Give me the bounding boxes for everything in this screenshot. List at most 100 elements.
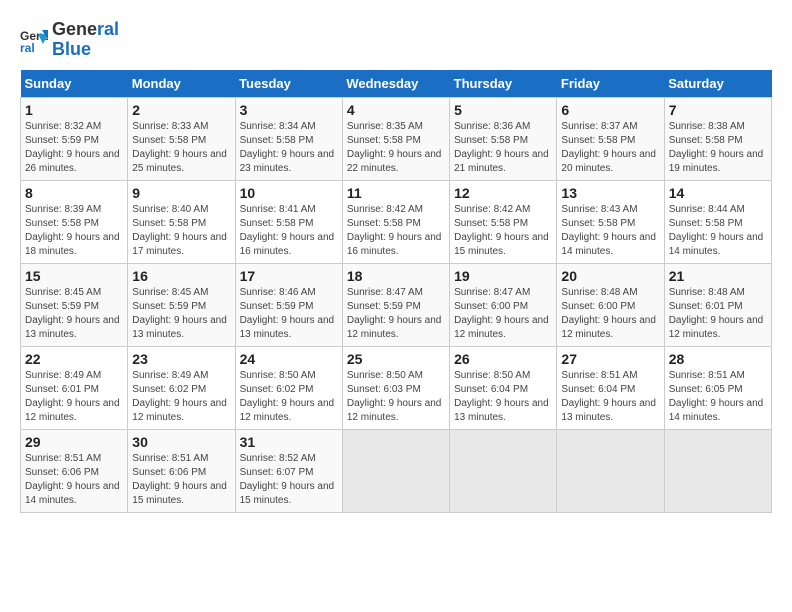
day-info: Sunrise: 8:45 AMSunset: 5:59 PMDaylight:… xyxy=(132,286,230,342)
day-info: Sunrise: 8:42 AMSunset: 5:58 PMDaylight:… xyxy=(454,203,552,259)
day-number: 22 xyxy=(25,351,123,367)
day-cell: 7Sunrise: 8:38 AMSunset: 5:58 PMDaylight… xyxy=(664,97,771,180)
day-cell: 16 Sunrise: 8:45 AMSunset: 5:59 PMDayligh… xyxy=(128,263,235,346)
day-cell: 24 Sunrise: 8:50 AMSunset: 6:02 PMDayligh… xyxy=(235,346,342,429)
day-cell: 21 Sunrise: 8:48 AMSunset: 6:01 PMDayligh… xyxy=(664,263,771,346)
day-number: 31 xyxy=(240,434,338,450)
day-number: 12 xyxy=(454,185,552,201)
day-cell: 1Sunrise: 8:32 AMSunset: 5:59 PMDaylight… xyxy=(21,97,128,180)
day-cell: 8Sunrise: 8:39 AMSunset: 5:58 PMDaylight… xyxy=(21,180,128,263)
week-row-2: 8Sunrise: 8:39 AMSunset: 5:58 PMDaylight… xyxy=(21,180,772,263)
day-info: Sunrise: 8:48 AMSunset: 6:01 PMDaylight:… xyxy=(669,286,767,342)
day-info: Sunrise: 8:51 AMSunset: 6:06 PMDaylight:… xyxy=(25,452,123,508)
day-cell: 11 Sunrise: 8:42 AMSunset: 5:58 PMDayligh… xyxy=(342,180,449,263)
day-cell: 18 Sunrise: 8:47 AMSunset: 5:59 PMDayligh… xyxy=(342,263,449,346)
day-cell: 22 Sunrise: 8:49 AMSunset: 6:01 PMDayligh… xyxy=(21,346,128,429)
day-cell xyxy=(664,429,771,512)
svg-text:ral: ral xyxy=(20,41,35,54)
day-number: 2 xyxy=(132,102,230,118)
day-info: Sunrise: 8:49 AMSunset: 6:02 PMDaylight:… xyxy=(132,369,230,425)
day-info: Sunrise: 8:33 AMSunset: 5:58 PMDaylight:… xyxy=(132,120,230,176)
day-info: Sunrise: 8:50 AMSunset: 6:03 PMDaylight:… xyxy=(347,369,445,425)
day-number: 25 xyxy=(347,351,445,367)
day-info: Sunrise: 8:39 AMSunset: 5:58 PMDaylight:… xyxy=(25,203,123,259)
day-number: 15 xyxy=(25,268,123,284)
day-number: 21 xyxy=(669,268,767,284)
day-cell xyxy=(450,429,557,512)
day-cell: 4 Sunrise: 8:35 AMSunset: 5:58 PMDaylight… xyxy=(342,97,449,180)
day-cell: 2 Sunrise: 8:33 AMSunset: 5:58 PMDaylight… xyxy=(128,97,235,180)
day-number: 30 xyxy=(132,434,230,450)
day-cell: 10 Sunrise: 8:41 AMSunset: 5:58 PMDayligh… xyxy=(235,180,342,263)
day-number: 5 xyxy=(454,102,552,118)
day-cell xyxy=(342,429,449,512)
day-info: Sunrise: 8:47 AMSunset: 6:00 PMDaylight:… xyxy=(454,286,552,342)
day-number: 28 xyxy=(669,351,767,367)
day-cell: 9 Sunrise: 8:40 AMSunset: 5:58 PMDaylight… xyxy=(128,180,235,263)
day-number: 11 xyxy=(347,185,445,201)
day-cell: 25 Sunrise: 8:50 AMSunset: 6:03 PMDayligh… xyxy=(342,346,449,429)
day-cell: 26 Sunrise: 8:50 AMSunset: 6:04 PMDayligh… xyxy=(450,346,557,429)
day-info: Sunrise: 8:51 AMSunset: 6:06 PMDaylight:… xyxy=(132,452,230,508)
day-cell: 30 Sunrise: 8:51 AMSunset: 6:06 PMDayligh… xyxy=(128,429,235,512)
day-info: Sunrise: 8:50 AMSunset: 6:02 PMDaylight:… xyxy=(240,369,338,425)
header-monday: Monday xyxy=(128,70,235,98)
header-wednesday: Wednesday xyxy=(342,70,449,98)
day-cell: 14 Sunrise: 8:44 AMSunset: 5:58 PMDayligh… xyxy=(664,180,771,263)
day-number: 20 xyxy=(561,268,659,284)
day-info: Sunrise: 8:37 AMSunset: 5:58 PMDaylight:… xyxy=(561,120,659,176)
logo-text-line1: General xyxy=(52,20,119,40)
header-saturday: Saturday xyxy=(664,70,771,98)
day-number: 29 xyxy=(25,434,123,450)
day-cell: 15 Sunrise: 8:45 AMSunset: 5:59 PMDayligh… xyxy=(21,263,128,346)
day-number: 3 xyxy=(240,102,338,118)
day-info: Sunrise: 8:47 AMSunset: 5:59 PMDaylight:… xyxy=(347,286,445,342)
day-number: 26 xyxy=(454,351,552,367)
day-cell: 23 Sunrise: 8:49 AMSunset: 6:02 PMDayligh… xyxy=(128,346,235,429)
day-cell: 29 Sunrise: 8:51 AMSunset: 6:06 PMDayligh… xyxy=(21,429,128,512)
day-cell: 12 Sunrise: 8:42 AMSunset: 5:58 PMDayligh… xyxy=(450,180,557,263)
day-cell: 27 Sunrise: 8:51 AMSunset: 6:04 PMDayligh… xyxy=(557,346,664,429)
header-sunday: Sunday xyxy=(21,70,128,98)
header-friday: Friday xyxy=(557,70,664,98)
page-header: Gene ral General Blue xyxy=(20,20,772,60)
day-number: 17 xyxy=(240,268,338,284)
week-row-5: 29 Sunrise: 8:51 AMSunset: 6:06 PMDayligh… xyxy=(21,429,772,512)
day-number: 24 xyxy=(240,351,338,367)
day-number: 9 xyxy=(132,185,230,201)
day-number: 14 xyxy=(669,185,767,201)
day-cell: 31 Sunrise: 8:52 AMSunset: 6:07 PMDayligh… xyxy=(235,429,342,512)
week-row-3: 15 Sunrise: 8:45 AMSunset: 5:59 PMDayligh… xyxy=(21,263,772,346)
day-info: Sunrise: 8:45 AMSunset: 5:59 PMDaylight:… xyxy=(25,286,123,342)
day-number: 18 xyxy=(347,268,445,284)
day-number: 13 xyxy=(561,185,659,201)
day-cell: 5 Sunrise: 8:36 AMSunset: 5:58 PMDaylight… xyxy=(450,97,557,180)
day-cell: 20Sunrise: 8:48 AMSunset: 6:00 PMDayligh… xyxy=(557,263,664,346)
day-info: Sunrise: 8:44 AMSunset: 5:58 PMDaylight:… xyxy=(669,203,767,259)
calendar-table: SundayMondayTuesdayWednesdayThursdayFrid… xyxy=(20,70,772,513)
header-thursday: Thursday xyxy=(450,70,557,98)
day-info: Sunrise: 8:50 AMSunset: 6:04 PMDaylight:… xyxy=(454,369,552,425)
day-info: Sunrise: 8:36 AMSunset: 5:58 PMDaylight:… xyxy=(454,120,552,176)
day-info: Sunrise: 8:52 AMSunset: 6:07 PMDaylight:… xyxy=(240,452,338,508)
day-info: Sunrise: 8:35 AMSunset: 5:58 PMDaylight:… xyxy=(347,120,445,176)
day-info: Sunrise: 8:51 AMSunset: 6:04 PMDaylight:… xyxy=(561,369,659,425)
day-info: Sunrise: 8:41 AMSunset: 5:58 PMDaylight:… xyxy=(240,203,338,259)
day-number: 27 xyxy=(561,351,659,367)
header-row: SundayMondayTuesdayWednesdayThursdayFrid… xyxy=(21,70,772,98)
day-info: Sunrise: 8:40 AMSunset: 5:58 PMDaylight:… xyxy=(132,203,230,259)
day-number: 7 xyxy=(669,102,767,118)
day-info: Sunrise: 8:32 AMSunset: 5:59 PMDaylight:… xyxy=(25,120,123,176)
day-number: 4 xyxy=(347,102,445,118)
day-number: 6 xyxy=(561,102,659,118)
day-number: 16 xyxy=(132,268,230,284)
logo-text-line2: Blue xyxy=(52,40,119,60)
day-cell: 6 Sunrise: 8:37 AMSunset: 5:58 PMDaylight… xyxy=(557,97,664,180)
day-number: 23 xyxy=(132,351,230,367)
day-info: Sunrise: 8:42 AMSunset: 5:58 PMDaylight:… xyxy=(347,203,445,259)
logo-icon: Gene ral xyxy=(20,26,48,54)
day-cell: 19Sunrise: 8:47 AMSunset: 6:00 PMDayligh… xyxy=(450,263,557,346)
day-cell: 3Sunrise: 8:34 AMSunset: 5:58 PMDaylight… xyxy=(235,97,342,180)
day-number: 10 xyxy=(240,185,338,201)
day-info: Sunrise: 8:49 AMSunset: 6:01 PMDaylight:… xyxy=(25,369,123,425)
